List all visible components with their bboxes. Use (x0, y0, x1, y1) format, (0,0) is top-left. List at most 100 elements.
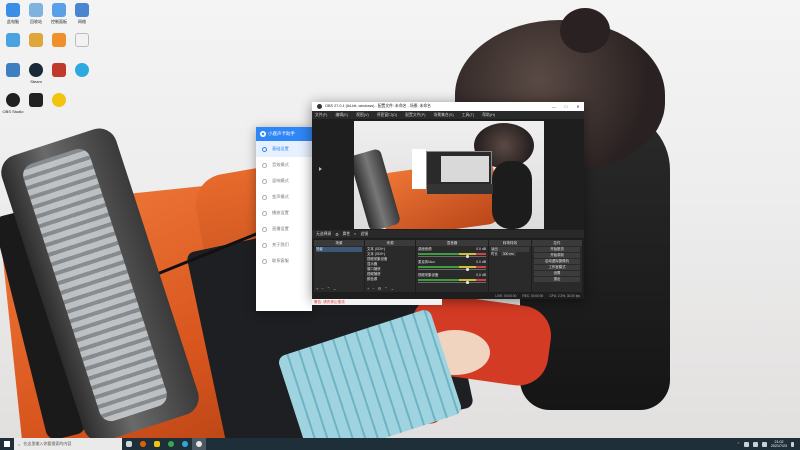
start-button[interactable] (0, 438, 14, 450)
start-streaming-button[interactable]: 开始推流 (534, 247, 580, 252)
tool-menu-item[interactable]: 播放设置 (256, 205, 312, 221)
start-virtual-camera-button[interactable]: 启动虚拟摄像机 (534, 259, 580, 264)
add-icon[interactable]: + (367, 286, 369, 291)
desktop-icon-control-panel[interactable]: 控制面板 (47, 3, 71, 24)
sound-card-app-header: ◆ 小鹿声卡助手 (256, 127, 312, 141)
scene-item[interactable]: 场景 (316, 247, 362, 252)
settings-icon (262, 146, 267, 152)
taskbar-app-obs[interactable] (192, 438, 206, 450)
tool-menu-item[interactable]: 基础设置 (256, 141, 312, 157)
support-icon (262, 258, 267, 264)
tool-menu-item[interactable]: 混响模式 (256, 173, 312, 189)
desktop-icon-steam[interactable]: Steam (24, 63, 48, 84)
maximize-button[interactable]: □ (560, 104, 572, 109)
add-icon[interactable]: + (316, 286, 318, 291)
network-icon[interactable] (744, 441, 749, 447)
mixer-channel-db: 0.0 dB (476, 260, 486, 264)
desktop-icon-app-c[interactable] (1, 63, 25, 77)
firefox-icon (140, 441, 146, 447)
desktop-icon-app-a[interactable] (24, 33, 48, 47)
taskbar-app-firefox[interactable] (136, 438, 150, 450)
remove-icon[interactable]: − (321, 286, 323, 291)
chevron-up-icon[interactable]: ⌃ (384, 286, 387, 291)
desktop-icon-folder-a[interactable] (1, 33, 25, 47)
live-icon (262, 226, 267, 232)
taskbar-clock[interactable]: 21:02 2021/7/23 (771, 440, 787, 449)
clock-date: 2021/7/23 (771, 444, 787, 448)
menu-view[interactable]: 视图(V) (356, 113, 369, 118)
desktop-icon-app-b[interactable] (47, 33, 71, 47)
filter-icon[interactable]: ◐ (354, 232, 356, 236)
menu-edit[interactable]: 编辑(E) (335, 113, 348, 118)
volume-slider[interactable] (418, 281, 486, 284)
app-logo-icon: ◆ (260, 131, 266, 137)
tray-chevron-up-icon[interactable]: ⌃ (737, 442, 740, 446)
studio-mode-button[interactable]: 工作室模式 (534, 265, 580, 270)
obs-preview-canvas[interactable] (354, 121, 544, 229)
menu-profile[interactable]: 配置文件(P) (405, 113, 425, 118)
tool-menu-label: 基础设置 (272, 146, 289, 151)
tool-menu-item[interactable]: 关于我们 (256, 237, 312, 253)
taskbar-app-task-view[interactable] (122, 438, 136, 450)
obs-preview-margin (312, 119, 354, 229)
source-item[interactable]: 颜色源 (367, 277, 413, 282)
file-explorer-icon (154, 441, 160, 447)
desktop-icon-recycle-bin[interactable]: 回收站 (24, 3, 48, 24)
desktop-icon-computer[interactable]: 此电脑 (1, 3, 25, 24)
settings-button[interactable]: 设置 (534, 271, 580, 276)
filters-button[interactable]: 滤镜 (360, 232, 368, 237)
taskbar-app-chrome[interactable] (164, 438, 178, 450)
menu-help[interactable]: 帮助(H) (482, 113, 495, 118)
remove-icon[interactable]: − (372, 286, 374, 291)
menu-tools[interactable]: 工具(T) (462, 113, 474, 118)
scenes-dock: 场景 场景 + − ⌃ ⌄ (314, 240, 364, 292)
exit-button[interactable]: 退出 (534, 277, 580, 282)
desktop-icon-obs[interactable]: OBS Studio (1, 93, 25, 114)
volume-slider[interactable] (418, 268, 486, 271)
desktop-icon-app-f[interactable] (24, 93, 48, 107)
ime-icon[interactable] (762, 441, 767, 447)
taskbar-search[interactable]: ○ 在这里输入你要搜索的内容 (14, 438, 122, 450)
tool-menu-item[interactable]: 变声模式 (256, 189, 312, 205)
tool-menu-item[interactable]: 直播设置 (256, 221, 312, 237)
gear-icon[interactable]: ⚙ (378, 286, 382, 291)
minimize-button[interactable]: — (548, 104, 560, 109)
warning-text: 警告: 请先停止推流 (314, 300, 345, 304)
chevron-down-icon[interactable]: ⌄ (333, 286, 336, 291)
taskbar-app-explorer[interactable] (150, 438, 164, 450)
tool-menu-label: 直播设置 (272, 226, 289, 231)
duration-label: 时长 (491, 252, 498, 256)
cursor-icon (319, 167, 322, 171)
voice-icon (262, 194, 267, 200)
tool-menu-item[interactable]: 音效模式 (256, 157, 312, 173)
sound-card-app-title: 小鹿声卡助手 (268, 131, 295, 136)
volume-slider[interactable] (418, 255, 486, 258)
mixer-channel: 麦克风/Aux 0.0 dB (418, 260, 486, 271)
properties-button[interactable]: 属性 (343, 232, 351, 237)
desktop-icon-network[interactable]: 网络 (70, 3, 94, 24)
tool-menu-label: 播放设置 (272, 210, 289, 215)
desktop-icon-app-d[interactable] (47, 63, 71, 77)
menu-file[interactable]: 文件(F) (315, 113, 327, 118)
menu-scene-collection[interactable]: 场景集合(S) (433, 113, 453, 118)
desktop-icon-app-e[interactable] (70, 63, 94, 77)
duration-input[interactable]: 300 ms (500, 252, 516, 256)
close-button[interactable]: ✕ (572, 104, 584, 109)
gear-icon[interactable]: ⚙ (335, 232, 338, 237)
tool-menu-item[interactable]: 联系客服 (256, 253, 312, 269)
obs-window-title: OBS 27.0.1 (64-bit, windows) - 配置文件: 未命名… (325, 104, 431, 108)
chevron-up-icon[interactable]: ⌃ (327, 286, 330, 291)
playback-icon (262, 210, 267, 216)
preview-figure-body (492, 161, 532, 229)
steam-icon (29, 63, 43, 77)
desktop-icon-label: OBS Studio (2, 109, 24, 114)
desktop-icon-app-g[interactable] (47, 93, 71, 107)
chevron-down-icon[interactable]: ⌄ (391, 286, 394, 291)
start-recording-button[interactable]: 开始录制 (534, 253, 580, 258)
taskbar-app-edge[interactable] (178, 438, 192, 450)
desktop-icon-file-a[interactable] (70, 33, 94, 47)
menu-docks[interactable]: 停靠窗口(D) (377, 113, 397, 118)
search-placeholder: 在这里输入你要搜索的内容 (23, 441, 72, 446)
volume-icon[interactable] (753, 441, 758, 447)
notification-icon[interactable] (791, 441, 794, 447)
